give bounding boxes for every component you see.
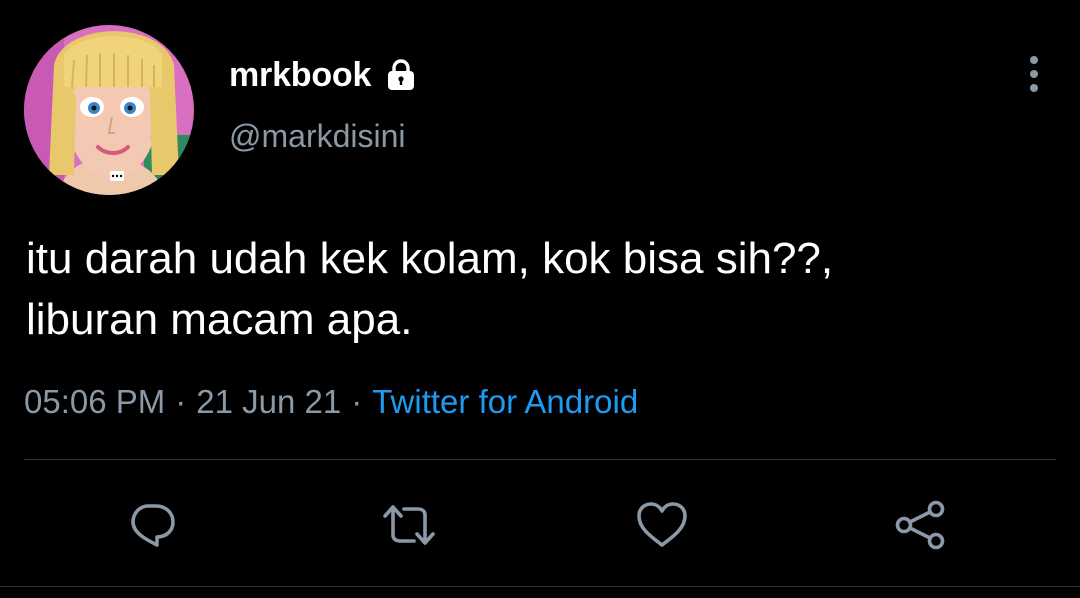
meta-separator: · <box>351 383 363 420</box>
author-name-row: mrkbook <box>229 52 419 98</box>
reply-button[interactable] <box>124 497 180 553</box>
tweet-date[interactable]: 21 Jun 21 <box>196 383 341 421</box>
avatar-image <box>24 25 194 195</box>
retweet-button[interactable] <box>381 497 437 553</box>
tweet-detail: mrkbook @markdisini itu darah udah kek k… <box>0 0 1080 598</box>
username-handle[interactable]: @markdisini <box>229 118 406 155</box>
share-button[interactable] <box>892 497 948 553</box>
divider <box>24 459 1056 460</box>
tweet-text: itu darah udah kek kolam, kok bisa sih??… <box>26 228 1046 350</box>
tweet-source-link[interactable]: Twitter for Android <box>372 383 638 421</box>
retweet-icon <box>383 505 435 545</box>
display-name[interactable]: mrkbook <box>229 56 371 95</box>
avatar[interactable] <box>24 25 194 195</box>
lock-icon <box>383 57 419 93</box>
more-vertical-icon[interactable] <box>1018 54 1050 94</box>
like-button[interactable] <box>634 497 690 553</box>
tweet-time[interactable]: 05:06 PM <box>24 383 165 421</box>
share-icon <box>895 500 945 550</box>
tweet-text-line: itu darah udah kek kolam, kok bisa sih??… <box>26 234 834 283</box>
tweet-text-line: liburan macam apa. <box>26 295 413 344</box>
heart-icon <box>637 502 687 547</box>
meta-separator: · <box>175 383 187 420</box>
divider <box>0 586 1080 587</box>
reply-icon <box>131 504 175 547</box>
tweet-metadata: 05:06 PM · 21 Jun 21 · Twitter for Andro… <box>24 383 638 421</box>
